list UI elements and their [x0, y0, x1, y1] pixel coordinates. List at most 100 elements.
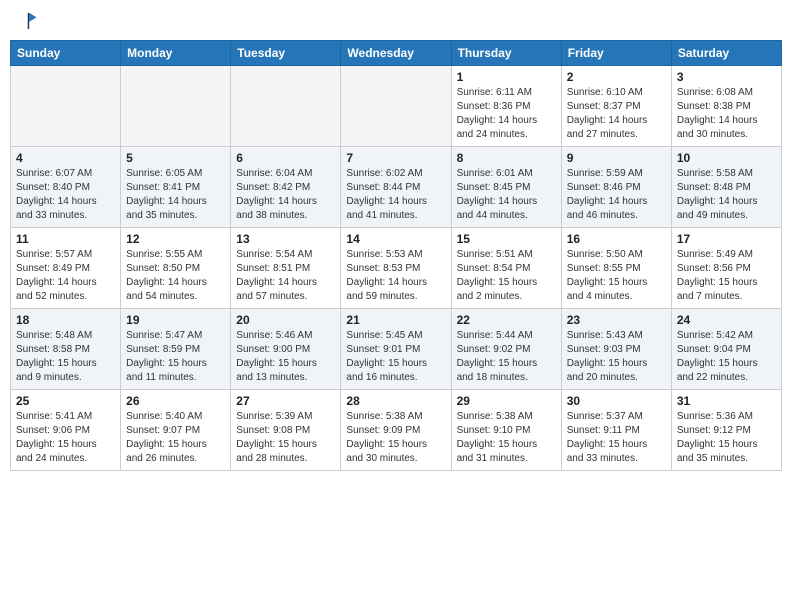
day-info: Sunrise: 5:58 AM Sunset: 8:48 PM Dayligh… [677, 167, 776, 223]
day-number: 13 [236, 232, 335, 246]
calendar-cell: 11 Sunrise: 5:57 AM Sunset: 8:49 PM Dayli… [11, 228, 121, 309]
calendar-cell [231, 66, 341, 147]
day-number: 27 [236, 394, 335, 408]
day-info: Sunrise: 6:02 AM Sunset: 8:44 PM Dayligh… [346, 167, 445, 223]
day-number: 12 [126, 232, 225, 246]
calendar-cell: 22 Sunrise: 5:44 AM Sunset: 9:02 PM Dayli… [451, 309, 561, 390]
header-wednesday: Wednesday [341, 41, 451, 66]
calendar-cell: 7 Sunrise: 6:02 AM Sunset: 8:44 PM Daylig… [341, 147, 451, 228]
calendar-cell: 28Sunrise: 5:38 AM Sunset: 9:09 PM Dayli… [341, 390, 451, 471]
calendar-cell: 19 Sunrise: 5:47 AM Sunset: 8:59 PM Dayli… [121, 309, 231, 390]
day-info: Sunrise: 5:57 AM Sunset: 8:49 PM Dayligh… [16, 248, 115, 304]
day-info: Sunrise: 6:11 AM Sunset: 8:36 PM Dayligh… [457, 86, 556, 142]
day-number: 25 [16, 394, 115, 408]
day-info: Sunrise: 5:47 AM Sunset: 8:59 PM Dayligh… [126, 329, 225, 385]
day-info: Sunrise: 5:55 AM Sunset: 8:50 PM Dayligh… [126, 248, 225, 304]
calendar-cell: 24 Sunrise: 5:42 AM Sunset: 9:04 PM Dayli… [671, 309, 781, 390]
calendar-header-row: SundayMondayTuesdayWednesdayThursdayFrid… [11, 41, 782, 66]
day-number: 15 [457, 232, 556, 246]
day-number: 19 [126, 313, 225, 327]
day-number: 26 [126, 394, 225, 408]
calendar-cell: 14Sunrise: 5:53 AM Sunset: 8:53 PM Dayli… [341, 228, 451, 309]
calendar-cell: 21 Sunrise: 5:45 AM Sunset: 9:01 PM Dayli… [341, 309, 451, 390]
day-number: 8 [457, 151, 556, 165]
logo-icon [16, 10, 38, 32]
day-info: Sunrise: 5:46 AM Sunset: 9:00 PM Dayligh… [236, 329, 335, 385]
day-number: 21 [346, 313, 445, 327]
calendar-week-row: 1 Sunrise: 6:11 AM Sunset: 8:36 PM Daylig… [11, 66, 782, 147]
calendar-cell: 6 Sunrise: 6:04 AM Sunset: 8:42 PM Daylig… [231, 147, 341, 228]
day-info: Sunrise: 5:59 AM Sunset: 8:46 PM Dayligh… [567, 167, 666, 223]
day-info: Sunrise: 5:44 AM Sunset: 9:02 PM Dayligh… [457, 329, 556, 385]
day-info: Sunrise: 5:37 AM Sunset: 9:11 PM Dayligh… [567, 410, 666, 466]
calendar-cell: 18 Sunrise: 5:48 AM Sunset: 8:58 PM Dayli… [11, 309, 121, 390]
logo [14, 10, 40, 32]
calendar-table: SundayMondayTuesdayWednesdayThursdayFrid… [10, 40, 782, 471]
day-number: 31 [677, 394, 776, 408]
day-number: 7 [346, 151, 445, 165]
calendar-cell: 29Sunrise: 5:38 AM Sunset: 9:10 PM Dayli… [451, 390, 561, 471]
header-saturday: Saturday [671, 41, 781, 66]
day-info: Sunrise: 5:49 AM Sunset: 8:56 PM Dayligh… [677, 248, 776, 304]
calendar-cell: 31 Sunrise: 5:36 AM Sunset: 9:12 PM Dayli… [671, 390, 781, 471]
header-thursday: Thursday [451, 41, 561, 66]
day-number: 30 [567, 394, 666, 408]
day-number: 9 [567, 151, 666, 165]
day-number: 29 [457, 394, 556, 408]
day-info: Sunrise: 5:39 AM Sunset: 9:08 PM Dayligh… [236, 410, 335, 466]
calendar-cell: 30 Sunrise: 5:37 AM Sunset: 9:11 PM Dayli… [561, 390, 671, 471]
calendar-cell [121, 66, 231, 147]
calendar-cell: 1 Sunrise: 6:11 AM Sunset: 8:36 PM Daylig… [451, 66, 561, 147]
day-info: Sunrise: 5:40 AM Sunset: 9:07 PM Dayligh… [126, 410, 225, 466]
calendar-cell: 27 Sunrise: 5:39 AM Sunset: 9:08 PM Dayli… [231, 390, 341, 471]
day-info: Sunrise: 5:41 AM Sunset: 9:06 PM Dayligh… [16, 410, 115, 466]
day-number: 22 [457, 313, 556, 327]
day-number: 6 [236, 151, 335, 165]
day-number: 10 [677, 151, 776, 165]
day-number: 1 [457, 70, 556, 84]
calendar-week-row: 11 Sunrise: 5:57 AM Sunset: 8:49 PM Dayli… [11, 228, 782, 309]
calendar-cell: 3Sunrise: 6:08 AM Sunset: 8:38 PM Daylig… [671, 66, 781, 147]
day-info: Sunrise: 5:54 AM Sunset: 8:51 PM Dayligh… [236, 248, 335, 304]
calendar-cell: 2 Sunrise: 6:10 AM Sunset: 8:37 PM Daylig… [561, 66, 671, 147]
day-info: Sunrise: 5:48 AM Sunset: 8:58 PM Dayligh… [16, 329, 115, 385]
calendar-cell: 9 Sunrise: 5:59 AM Sunset: 8:46 PM Daylig… [561, 147, 671, 228]
calendar-cell: 12 Sunrise: 5:55 AM Sunset: 8:50 PM Dayli… [121, 228, 231, 309]
calendar-cell: 5Sunrise: 6:05 AM Sunset: 8:41 PM Daylig… [121, 147, 231, 228]
header-sunday: Sunday [11, 41, 121, 66]
day-number: 11 [16, 232, 115, 246]
day-info: Sunrise: 6:07 AM Sunset: 8:40 PM Dayligh… [16, 167, 115, 223]
page-header [10, 10, 782, 32]
day-number: 3 [677, 70, 776, 84]
day-number: 24 [677, 313, 776, 327]
calendar-cell [341, 66, 451, 147]
calendar-week-row: 4 Sunrise: 6:07 AM Sunset: 8:40 PM Daylig… [11, 147, 782, 228]
calendar-cell: 16 Sunrise: 5:50 AM Sunset: 8:55 PM Dayli… [561, 228, 671, 309]
day-info: Sunrise: 5:50 AM Sunset: 8:55 PM Dayligh… [567, 248, 666, 304]
day-number: 20 [236, 313, 335, 327]
calendar-cell: 26 Sunrise: 5:40 AM Sunset: 9:07 PM Dayli… [121, 390, 231, 471]
day-number: 18 [16, 313, 115, 327]
day-info: Sunrise: 5:45 AM Sunset: 9:01 PM Dayligh… [346, 329, 445, 385]
day-info: Sunrise: 5:51 AM Sunset: 8:54 PM Dayligh… [457, 248, 556, 304]
calendar-cell: 17 Sunrise: 5:49 AM Sunset: 8:56 PM Dayli… [671, 228, 781, 309]
calendar-week-row: 18 Sunrise: 5:48 AM Sunset: 8:58 PM Dayli… [11, 309, 782, 390]
day-info: Sunrise: 6:04 AM Sunset: 8:42 PM Dayligh… [236, 167, 335, 223]
day-info: Sunrise: 6:05 AM Sunset: 8:41 PM Dayligh… [126, 167, 225, 223]
day-number: 2 [567, 70, 666, 84]
header-monday: Monday [121, 41, 231, 66]
day-info: Sunrise: 5:43 AM Sunset: 9:03 PM Dayligh… [567, 329, 666, 385]
day-number: 4 [16, 151, 115, 165]
calendar-cell: 15 Sunrise: 5:51 AM Sunset: 8:54 PM Dayli… [451, 228, 561, 309]
day-info: Sunrise: 5:53 AM Sunset: 8:53 PM Dayligh… [346, 248, 445, 304]
calendar-week-row: 25 Sunrise: 5:41 AM Sunset: 9:06 PM Dayli… [11, 390, 782, 471]
day-info: Sunrise: 5:42 AM Sunset: 9:04 PM Dayligh… [677, 329, 776, 385]
calendar-cell [11, 66, 121, 147]
day-info: Sunrise: 6:01 AM Sunset: 8:45 PM Dayligh… [457, 167, 556, 223]
day-info: Sunrise: 5:36 AM Sunset: 9:12 PM Dayligh… [677, 410, 776, 466]
day-number: 17 [677, 232, 776, 246]
day-info: Sunrise: 5:38 AM Sunset: 9:09 PM Dayligh… [346, 410, 445, 466]
day-number: 16 [567, 232, 666, 246]
header-friday: Friday [561, 41, 671, 66]
day-info: Sunrise: 6:10 AM Sunset: 8:37 PM Dayligh… [567, 86, 666, 142]
